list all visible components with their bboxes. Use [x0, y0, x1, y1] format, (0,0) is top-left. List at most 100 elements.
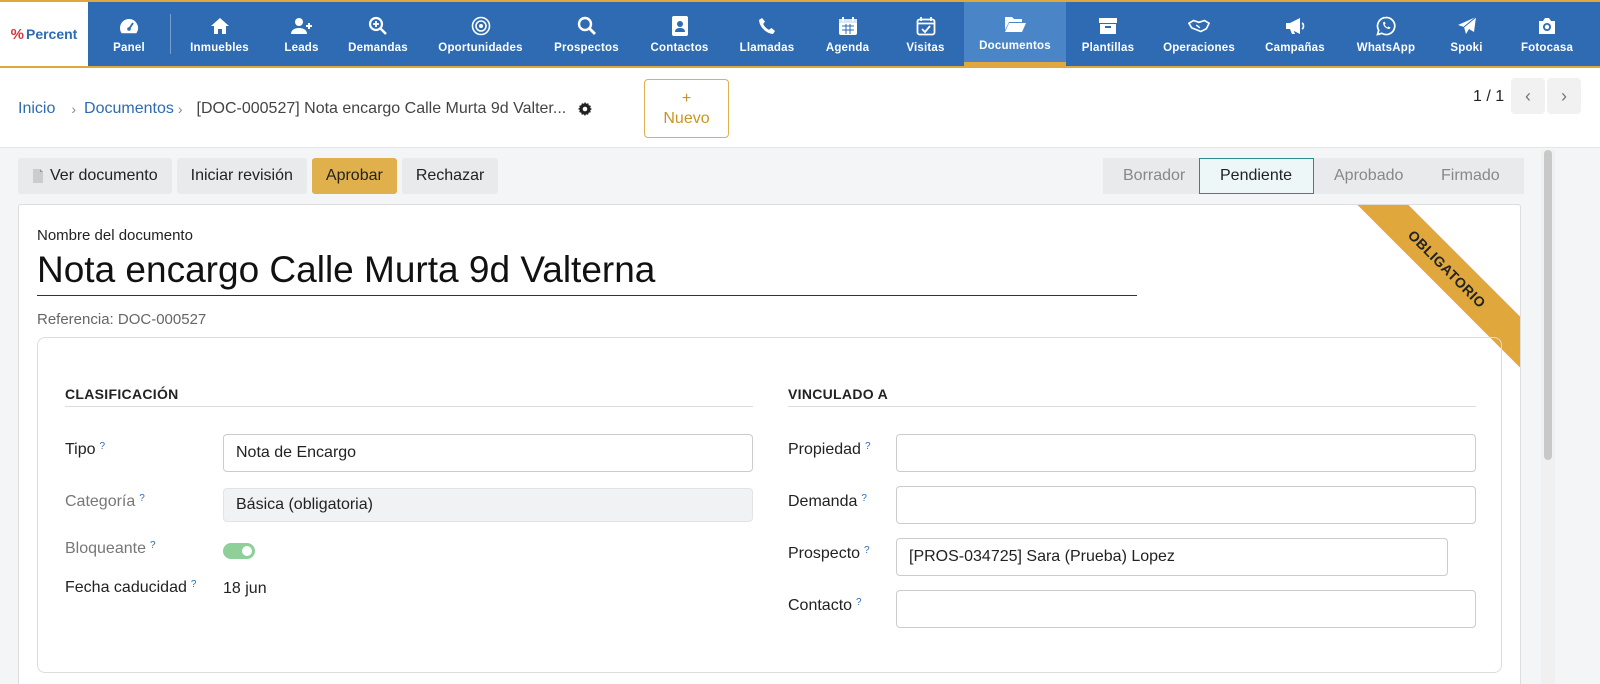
- stage-firmado[interactable]: Firmado: [1421, 158, 1524, 194]
- nav-label: WhatsApp: [1356, 41, 1416, 54]
- pager-value: 1 / 1: [1473, 88, 1505, 105]
- demanda-field[interactable]: [896, 486, 1476, 524]
- camera-icon: [1536, 15, 1558, 37]
- prospecto-field[interactable]: [PROS-034725] Sara (Prueba) Lopez: [896, 538, 1448, 576]
- tipo-field[interactable]: Nota de Encargo: [223, 434, 753, 472]
- help-icon[interactable]: ?: [856, 597, 862, 608]
- address-book-icon: [669, 15, 691, 37]
- help-icon[interactable]: ?: [864, 545, 870, 556]
- breadcrumb-separator: ›: [71, 101, 77, 117]
- view-document-button[interactable]: Ver documento: [18, 158, 172, 194]
- nav-campanas[interactable]: Campañas: [1248, 2, 1342, 66]
- breadcrumb-home[interactable]: Inicio: [18, 100, 55, 118]
- breadcrumb-current: [DOC-000527] Nota encargo Calle Murta 9d…: [196, 100, 567, 117]
- nav-inmuebles[interactable]: Inmuebles: [171, 2, 268, 66]
- top-navigation: % Percent Panel Inmuebles Leads Demandas…: [0, 0, 1600, 68]
- nav-fotocasa[interactable]: Fotocasa: [1503, 2, 1591, 66]
- search-icon: [576, 15, 598, 37]
- fecha-caducidad-value[interactable]: 18 jun: [223, 580, 267, 598]
- help-icon[interactable]: ?: [139, 493, 145, 504]
- nav-spoki[interactable]: Spoki: [1430, 2, 1503, 66]
- target-icon: [470, 15, 492, 37]
- view-document-label: Ver documento: [50, 167, 158, 184]
- demanda-label: Demanda?: [788, 493, 867, 511]
- tipo-label-text: Tipo: [65, 441, 96, 458]
- prospecto-label: Prospecto?: [788, 545, 870, 563]
- document-name-field[interactable]: Nota encargo Calle Murta 9d Valterna: [37, 249, 1137, 296]
- logo[interactable]: % Percent: [0, 2, 88, 66]
- contacto-label: Contacto?: [788, 597, 862, 615]
- logo-mark: %: [10, 25, 24, 43]
- nav-label: Campañas: [1265, 41, 1325, 54]
- document-name-label: Nombre del documento: [37, 227, 193, 244]
- nav-label: Agenda: [825, 41, 870, 54]
- fecha-caducidad-label: Fecha caducidad?: [65, 579, 196, 597]
- new-button[interactable]: + Nuevo: [644, 79, 729, 138]
- nav-visitas[interactable]: Visitas: [887, 2, 964, 66]
- nav-whatsapp[interactable]: WhatsApp: [1342, 2, 1430, 66]
- nav-prospectos[interactable]: Prospectos: [540, 2, 633, 66]
- help-icon[interactable]: ?: [861, 493, 867, 504]
- nav-label: Contactos: [650, 41, 709, 54]
- stage-aprobado[interactable]: Aprobado: [1314, 158, 1421, 194]
- nav-label: Visitas: [906, 41, 945, 54]
- status-bar: Borrador Pendiente Aprobado Firmado: [1103, 158, 1524, 194]
- breadcrumb: Inicio › Documentos › [DOC-000527] Nota …: [18, 100, 593, 118]
- new-button-label: Nuevo: [663, 109, 710, 127]
- bloqueante-label-text: Bloqueante: [65, 540, 146, 557]
- nav-contactos[interactable]: Contactos: [633, 2, 726, 66]
- tipo-label: Tipo?: [65, 441, 105, 459]
- nav-label: Llamadas: [739, 41, 795, 54]
- zoom-in-icon: [367, 15, 389, 37]
- nav-label: Inmuebles: [190, 41, 249, 54]
- reject-button[interactable]: Rechazar: [401, 158, 499, 194]
- nav-demandas[interactable]: Demandas: [335, 2, 421, 66]
- form-sheet: OBLIGATORIO Nombre del documento Nota en…: [18, 204, 1521, 684]
- nav-panel[interactable]: Panel: [88, 2, 170, 66]
- contacto-field[interactable]: [896, 590, 1476, 628]
- categoria-label-text: Categoría: [65, 493, 136, 510]
- propiedad-label-text: Propiedad: [788, 441, 861, 458]
- pager-previous-button[interactable]: ‹: [1511, 78, 1545, 114]
- nav-label: Panel: [113, 41, 145, 54]
- nav-label: Prospectos: [554, 41, 619, 54]
- nav-plantillas[interactable]: Plantillas: [1066, 2, 1150, 66]
- paper-plane-icon: [1456, 15, 1478, 37]
- bloqueante-toggle[interactable]: [223, 543, 255, 559]
- chevron-left-icon: ‹: [1525, 85, 1531, 106]
- nav-label: Spoki: [1450, 41, 1483, 54]
- nav-label: Fotocasa: [1520, 41, 1574, 54]
- categoria-label: Categoría?: [65, 493, 145, 511]
- calendar-check-icon: [915, 15, 937, 37]
- help-icon[interactable]: ?: [191, 579, 197, 590]
- handshake-icon: [1188, 15, 1210, 37]
- user-plus-icon: [290, 15, 313, 37]
- breadcrumb-documentos[interactable]: Documentos: [84, 100, 174, 118]
- demanda-label-text: Demanda: [788, 493, 858, 510]
- plus-icon: +: [681, 90, 692, 108]
- nav-operaciones[interactable]: Operaciones: [1150, 2, 1248, 66]
- stage-pendiente[interactable]: Pendiente: [1199, 158, 1314, 194]
- nav-label: Oportunidades: [438, 41, 523, 54]
- form-group-box: CLASIFICACIÓN Tipo? Nota de Encargo Cate…: [37, 337, 1502, 673]
- help-icon[interactable]: ?: [100, 441, 106, 452]
- start-review-button[interactable]: Iniciar revisión: [176, 158, 307, 194]
- scrollbar-thumb[interactable]: [1544, 150, 1552, 460]
- vertical-scrollbar[interactable]: [1541, 150, 1555, 684]
- nav-documentos[interactable]: Documentos: [964, 2, 1066, 66]
- nav-oportunidades[interactable]: Oportunidades: [421, 2, 540, 66]
- stage-borrador[interactable]: Borrador: [1103, 158, 1199, 194]
- help-icon[interactable]: ?: [150, 540, 156, 551]
- nav-agenda[interactable]: Agenda: [808, 2, 887, 66]
- nav-leads[interactable]: Leads: [268, 2, 335, 66]
- archive-icon: [1097, 15, 1119, 37]
- propiedad-field[interactable]: [896, 434, 1476, 472]
- help-icon[interactable]: ?: [865, 441, 871, 452]
- prospecto-label-text: Prospecto: [788, 545, 861, 562]
- gear-icon[interactable]: [578, 102, 593, 116]
- fecha-caducidad-label-text: Fecha caducidad: [65, 579, 187, 596]
- folder-open-icon: [1004, 13, 1026, 35]
- approve-button[interactable]: Aprobar: [311, 158, 397, 194]
- pager-next-button[interactable]: ›: [1547, 78, 1581, 114]
- nav-llamadas[interactable]: Llamadas: [726, 2, 808, 66]
